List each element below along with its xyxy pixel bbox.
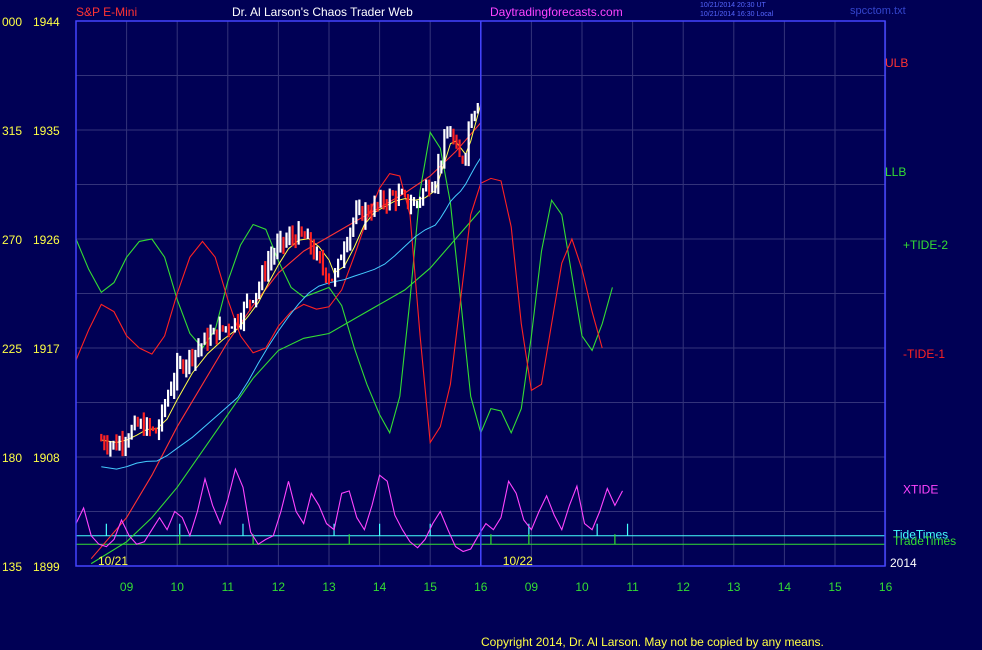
x-tick-label: 15	[828, 580, 842, 594]
y-tick-price: 1908	[33, 451, 60, 465]
site-url[interactable]: Daytradingforecasts.com	[490, 5, 623, 19]
x-tick-label: 16	[879, 580, 893, 594]
trade-times-label: TradeTimes	[893, 534, 956, 548]
y-tick-left: 270	[2, 233, 22, 247]
date-label-2: 10/22	[503, 554, 533, 568]
y-tick-price: 1926	[33, 233, 60, 247]
x-tick-label: 13	[322, 580, 336, 594]
y-tick-price: 1917	[33, 342, 60, 356]
copyright-notice: Copyright 2014, Dr. Al Larson. May not b…	[481, 635, 824, 649]
y-tick-left: 135	[2, 560, 22, 574]
axis-labels: 000 1944 315 1935 270 1926 225 1917 180 1908 135 18…	[2, 15, 956, 594]
x-tick-label: 14	[778, 580, 792, 594]
y-tick-price: 1935	[33, 124, 60, 138]
series-label--tide-1: -TIDE-1	[903, 347, 945, 361]
timestamp-local: 10/21/2014 16:30 Local	[700, 11, 774, 18]
x-tick-label: 09	[525, 580, 539, 594]
series-label-xtide: XTIDE	[903, 482, 938, 496]
y-tick-left: 000	[2, 15, 22, 29]
series-label-ulb: ULB	[885, 56, 908, 70]
data-file-name: spcctom.txt	[850, 5, 906, 17]
date-label-1: 10/21	[98, 554, 128, 568]
x-tick-label: 12	[272, 580, 286, 594]
x-tick-label: 11	[626, 580, 639, 594]
x-tick-label: 10	[575, 580, 589, 594]
x-tick-label: 16	[474, 580, 488, 594]
y-tick-price: 1899	[33, 560, 60, 574]
x-tick-label: 12	[677, 580, 691, 594]
symbol-title: S&P E-Mini	[76, 5, 138, 19]
x-tick-label: 14	[373, 580, 387, 594]
site-title: Dr. Al Larson's Chaos Trader Web	[232, 5, 413, 19]
year-label: 2014	[890, 556, 917, 570]
y-tick-left: 180	[2, 451, 22, 465]
series-label-llb: LLB	[885, 165, 906, 179]
x-tick-label: 09	[120, 580, 134, 594]
timestamp-ut: 10/21/2014 20:30 UT	[700, 2, 766, 9]
chaos-trader-chart: 000 1944 315 1935 270 1926 225 1917 180 1908 135 18…	[2, 15, 956, 594]
x-tick-label: 13	[727, 580, 741, 594]
y-tick-left: 315	[2, 124, 22, 138]
x-tick-label: 11	[222, 580, 235, 594]
series-label--tide-2: +TIDE-2	[903, 238, 948, 252]
series-line-llb	[90, 209, 482, 565]
y-tick-left: 225	[2, 342, 22, 356]
x-tick-label: 10	[171, 580, 185, 594]
y-tick-price: 1944	[33, 15, 60, 29]
x-tick-label: 15	[424, 580, 438, 594]
price-bars	[100, 102, 479, 457]
